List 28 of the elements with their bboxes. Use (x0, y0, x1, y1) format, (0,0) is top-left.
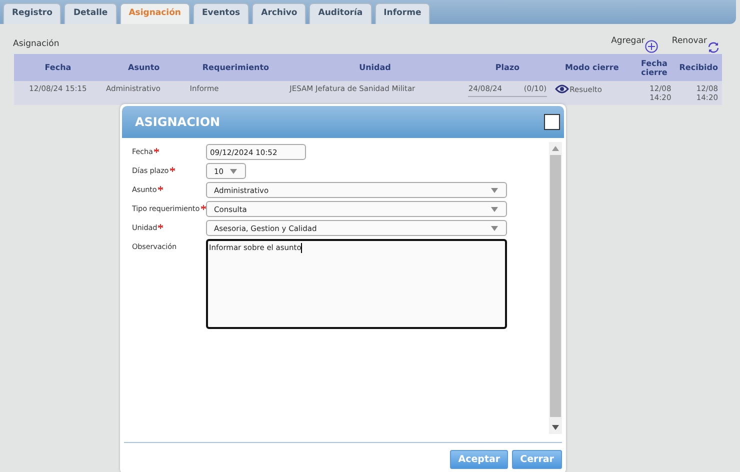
tab[interactable]: Registro (3, 3, 62, 24)
caret-icon (491, 206, 498, 212)
column-header: Plazo (464, 54, 551, 81)
dialog-title: ASIGNACION (135, 115, 220, 129)
tab[interactable]: Eventos (192, 3, 250, 24)
column-header: Fecha (14, 54, 102, 81)
caret-icon (491, 188, 498, 192)
column-header: Modo cierre (550, 54, 634, 81)
tab[interactable]: Auditoría (309, 3, 372, 24)
plus-circle-icon[interactable] (644, 40, 658, 53)
action-link[interactable]: Renovar (672, 36, 707, 46)
caret-icon (230, 168, 237, 174)
column-header: Recibido (675, 54, 722, 81)
caret-icon (491, 226, 498, 230)
column-header: Fecha cierre (633, 54, 676, 81)
column-header: Asunto (102, 54, 186, 81)
tab[interactable]: Archivo (252, 3, 306, 24)
maximize-button[interactable] (544, 114, 560, 130)
section-title: Asignación (13, 39, 60, 49)
refresh-icon[interactable] (707, 41, 720, 54)
column-header: Unidad (286, 54, 464, 81)
scrollbar[interactable] (549, 142, 562, 434)
tab[interactable]: Informe (374, 3, 430, 24)
eye-icon[interactable] (554, 84, 569, 94)
scroll-down-icon[interactable] (552, 425, 559, 430)
tab[interactable]: Detalle (64, 3, 117, 24)
action-link[interactable]: Agregar (611, 36, 645, 46)
column-header: Requerimiento (186, 54, 286, 81)
